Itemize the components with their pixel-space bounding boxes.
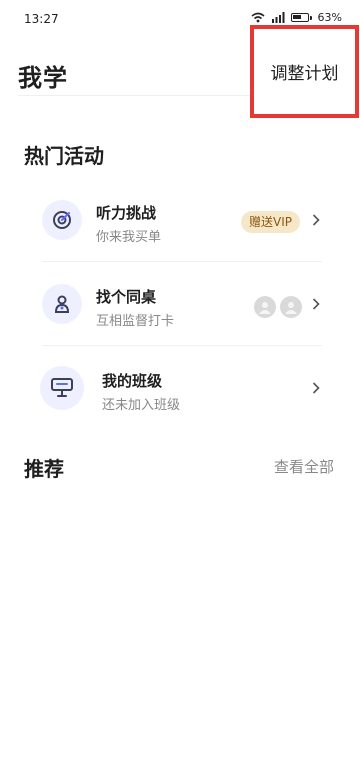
classroom-icon [40, 366, 84, 410]
my-class-title: 我的班级 [102, 372, 163, 390]
my-class-item[interactable]: 我的班级 还未加入班级 [22, 346, 340, 430]
adjust-plan-button[interactable]: 调整计划 [250, 25, 359, 118]
battery-level: 63% [317, 11, 342, 24]
page-title: 我学 [18, 64, 68, 92]
avatar [254, 296, 276, 318]
target-icon [42, 200, 82, 240]
status-indicators: 63% [251, 11, 342, 24]
battery-tip [309, 15, 312, 20]
find-deskmate-item[interactable]: 找个同桌 互相监督打卡 [22, 262, 340, 346]
avatar [280, 296, 302, 318]
screen: 13:27 63% 我学 调整计划 热门活动 听力挑战 你来我买单 赠送VIP … [0, 0, 360, 769]
wifi-icon [251, 12, 265, 23]
vip-badge: 赠送VIP [241, 211, 300, 233]
recommend-title: 推荐 [24, 457, 64, 481]
find-deskmate-subtitle: 互相监督打卡 [96, 314, 175, 329]
signal-icon [271, 12, 285, 23]
my-class-subtitle: 还未加入班级 [102, 398, 181, 413]
deskmate-icon [42, 284, 82, 324]
chevron-right-icon [310, 379, 322, 397]
hot-activities-card: 听力挑战 你来我买单 赠送VIP 找个同桌 互相监督打卡 我的班级 还未加入班级 [22, 178, 340, 432]
chevron-right-icon [310, 295, 322, 313]
adjust-plan-label: 调整计划 [270, 64, 339, 84]
find-deskmate-title: 找个同桌 [96, 288, 157, 306]
listening-challenge-title: 听力挑战 [96, 204, 157, 222]
listening-challenge-subtitle: 你来我买单 [96, 230, 162, 245]
chevron-right-icon [310, 211, 322, 229]
view-all-link[interactable]: 查看全部 [274, 456, 334, 477]
header-divider [18, 95, 254, 96]
battery-icon [290, 13, 309, 22]
listening-challenge-item[interactable]: 听力挑战 你来我买单 赠送VIP [22, 178, 340, 262]
status-time: 13:27 [24, 12, 59, 26]
hot-activities-title: 热门活动 [24, 144, 104, 168]
